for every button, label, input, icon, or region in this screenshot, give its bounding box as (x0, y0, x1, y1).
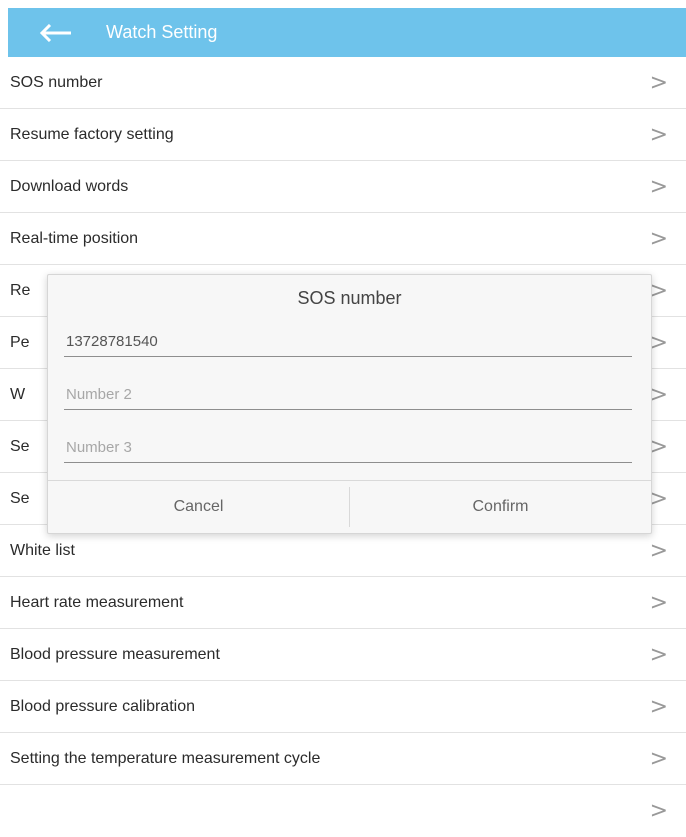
settings-item-label: Setting the temperature measurement cycl… (10, 749, 321, 767)
confirm-button[interactable]: Confirm (350, 481, 651, 533)
sos-number-dialog: SOS number Cancel Confirm (47, 274, 652, 534)
settings-item-sos-number[interactable]: SOS number > (0, 57, 686, 109)
chevron-right-icon: > (649, 434, 668, 459)
page-title: Watch Setting (106, 22, 218, 42)
settings-item-label: Blood pressure measurement (10, 645, 220, 663)
chevron-right-icon: > (649, 382, 668, 407)
chevron-right-icon: > (649, 122, 668, 147)
chevron-right-icon: > (649, 174, 668, 199)
chevron-right-icon: > (649, 226, 668, 251)
chevron-right-icon: > (649, 70, 668, 95)
settings-item-resume-factory-setting[interactable]: Resume factory setting > (0, 109, 686, 161)
settings-item-15[interactable]: > (0, 785, 686, 837)
settings-item-label: Blood pressure calibration (10, 697, 195, 715)
settings-item-label: Heart rate measurement (10, 593, 184, 611)
settings-item-download-words[interactable]: Download words > (0, 161, 686, 213)
settings-item-label: Resume factory setting (10, 125, 174, 143)
back-button[interactable] (26, 8, 86, 57)
settings-item-blood-pressure-calibration[interactable]: Blood pressure calibration > (0, 681, 686, 733)
chevron-right-icon: > (649, 590, 668, 615)
chevron-right-icon: > (649, 694, 668, 719)
settings-item-blood-pressure-measurement[interactable]: Blood pressure measurement > (0, 629, 686, 681)
sos-number-2-field[interactable] (64, 380, 632, 410)
settings-item-label: White list (10, 541, 75, 559)
sos-number-1-field[interactable] (64, 327, 632, 357)
chevron-right-icon: > (649, 330, 668, 355)
arrow-left-icon (39, 23, 71, 42)
chevron-right-icon: > (649, 486, 668, 511)
settings-item-label: Download words (10, 177, 129, 195)
settings-item-heart-rate-measurement[interactable]: Heart rate measurement > (0, 577, 686, 629)
settings-item-label: W (10, 385, 26, 403)
settings-item-label: Se (10, 489, 30, 507)
settings-item-label: Re (10, 281, 31, 299)
settings-item-temperature-measurement-cycle[interactable]: Setting the temperature measurement cycl… (0, 733, 686, 785)
chevron-right-icon: > (649, 538, 668, 563)
cancel-button[interactable]: Cancel (48, 481, 349, 533)
sos-number-3-field[interactable] (64, 433, 632, 463)
chevron-right-icon: > (649, 798, 668, 824)
app-bar: Watch Setting (8, 8, 686, 57)
settings-item-real-time-position[interactable]: Real-time position > (0, 213, 686, 265)
dialog-title: SOS number (297, 288, 402, 308)
settings-item-label: Pe (10, 333, 30, 351)
chevron-right-icon: > (649, 642, 668, 667)
chevron-right-icon: > (649, 278, 668, 303)
settings-item-label: SOS number (10, 73, 103, 91)
settings-item-label: Real-time position (10, 229, 139, 247)
dialog-button-bar: Cancel Confirm (48, 480, 651, 533)
chevron-right-icon: > (649, 746, 668, 771)
settings-item-label: Se (10, 437, 30, 455)
